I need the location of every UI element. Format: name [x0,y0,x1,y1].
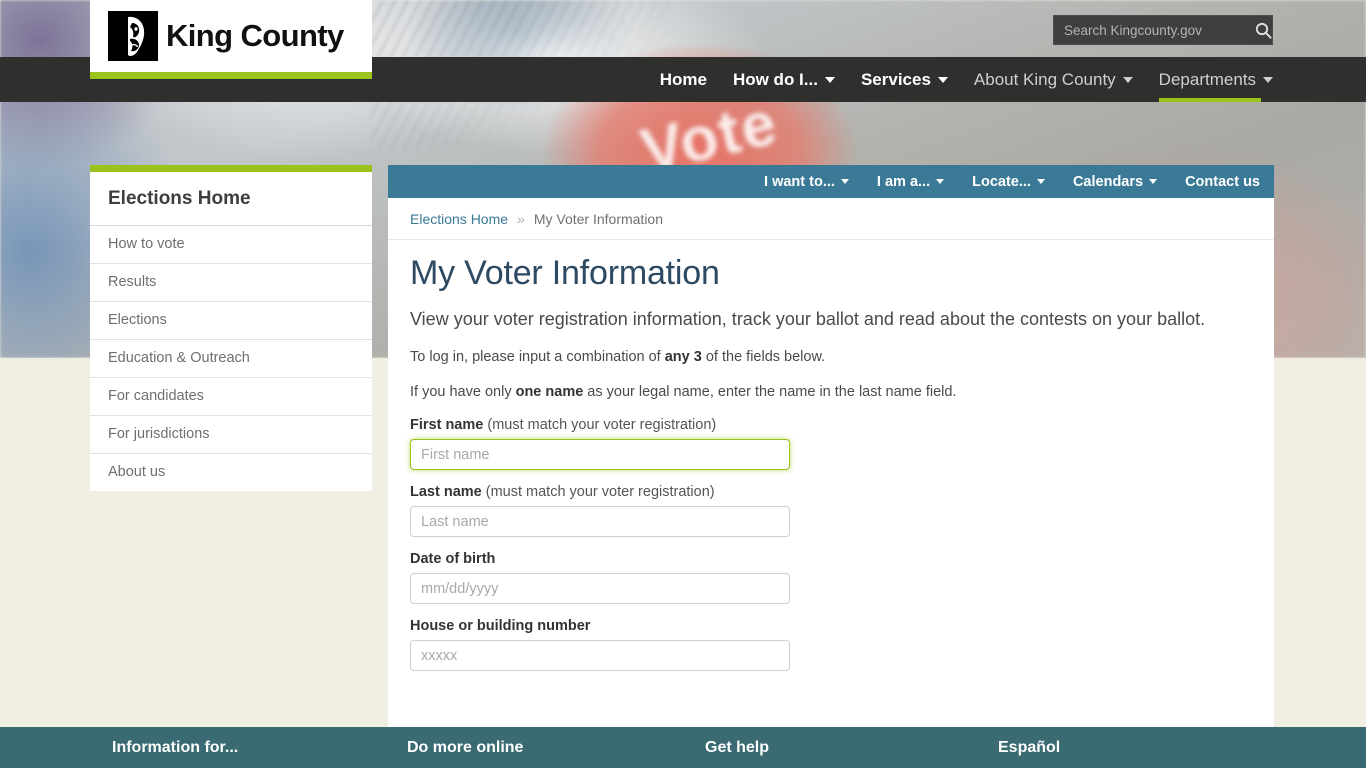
utility-item-calendars[interactable]: Calendars [1072,173,1158,190]
footer-link-espanol[interactable]: Español [998,727,1060,768]
sidebar-item-for-jurisdictions[interactable]: For jurisdictions [90,416,372,454]
search-input[interactable] [1054,16,1249,44]
field-group-last-name: Last name (must match your voter registr… [410,484,1252,538]
footer-link-information-for[interactable]: Information for... [112,727,238,768]
first-name-label-hint: (must match your voter registration) [483,417,717,434]
search-button[interactable] [1249,16,1278,44]
chevron-down-icon [840,179,849,184]
sidebar: Elections Home How to vote Results Elect… [90,165,372,491]
chevron-down-icon [1263,76,1273,83]
utility-item-label: Locate... [972,173,1031,190]
first-name-input[interactable] [410,439,790,471]
instruction-1-post: of the fields below. [701,349,826,366]
instruction-1-emphasis: any 3 [664,349,702,366]
nav-item-departments[interactable]: Departments [1158,57,1273,102]
search-icon [1255,22,1272,39]
chevron-down-icon [1122,76,1133,83]
date-of-birth-input[interactable] [410,573,790,605]
utility-item-contact-us[interactable]: Contact us [1185,174,1260,190]
last-name-label-hint: (must match your voter registration) [481,484,715,501]
field-group-first-name: First name (must match your voter regist… [410,417,1252,471]
utility-item-label: I am a... [876,173,931,190]
chevron-down-icon [1149,179,1158,184]
date-of-birth-label: Date of birth [410,551,1252,567]
field-group-date-of-birth: Date of birth [410,551,1252,605]
house-number-input[interactable] [410,640,790,672]
sidebar-item-elections[interactable]: Elections [90,302,372,340]
main-content-panel: I want to... I am a... Locate... Calenda… [388,165,1274,727]
site-search[interactable] [1053,15,1273,45]
utility-item-i-am-a[interactable]: I am a... [876,173,945,190]
utility-navigation: I want to... I am a... Locate... Calenda… [388,165,1274,198]
sidebar-item-for-candidates[interactable]: For candidates [90,378,372,416]
last-name-label-main: Last name [410,484,482,501]
page-title: My Voter Information [410,254,720,292]
house-number-label: House or building number [410,618,1252,634]
nav-item-services[interactable]: Services [861,57,948,102]
site-logo[interactable]: King County [90,0,372,72]
chevron-down-icon [824,76,835,83]
sidebar-item-education-outreach[interactable]: Education & Outreach [90,340,372,378]
first-name-label-main: First name [410,417,484,434]
utility-item-locate[interactable]: Locate... [972,174,1045,190]
first-name-label: First name (must match your voter regist… [410,417,1252,433]
nav-item-home[interactable]: Home [660,57,707,102]
login-instruction-2: If you have only one name as your legal … [410,382,1252,403]
sidebar-heading[interactable]: Elections Home [90,172,372,226]
chevron-down-icon [1036,179,1045,184]
breadcrumb-link-elections-home[interactable]: Elections Home [410,211,508,227]
instruction-2-pre: If you have only [410,384,516,401]
instruction-1-pre: To log in, please input a combination of [410,349,665,366]
chevron-down-icon [937,76,948,83]
last-name-input[interactable] [410,506,790,538]
sidebar-green-accent-bar [90,165,372,172]
login-instruction-1: To log in, please input a combination of… [410,347,1252,368]
utility-item-label: I want to... [764,173,835,190]
logo-green-accent-bar [90,72,372,79]
nav-item-about-king-county[interactable]: About King County [974,57,1133,102]
utility-item-label: Contact us [1185,173,1260,190]
site-footer: Information for... Do more online Get he… [0,727,1366,768]
field-group-house-number: House or building number [410,618,1252,672]
nav-item-label: Services [860,69,931,89]
breadcrumb: Elections Home » My Voter Information [388,198,1274,240]
house-number-label-main: House or building number [410,618,591,635]
footer-link-get-help[interactable]: Get help [705,727,769,768]
breadcrumb-separator-icon: » [517,211,525,227]
nav-item-label: Departments [1158,69,1256,89]
date-of-birth-label-main: Date of birth [410,551,496,568]
nav-item-label: About King County [973,69,1116,89]
page-lede: View your voter registration information… [410,309,1206,329]
site-logo-text: King County [166,18,344,53]
sidebar-item-about-us[interactable]: About us [90,454,372,491]
nav-item-label: How do I... [732,69,818,89]
instruction-2-post: as your legal name, enter the name in th… [583,384,957,401]
chevron-down-icon [936,179,945,184]
sidebar-item-results[interactable]: Results [90,264,372,302]
sidebar-item-how-to-vote[interactable]: How to vote [90,226,372,264]
last-name-label: Last name (must match your voter registr… [410,484,1252,500]
utility-item-label: Calendars [1072,173,1144,190]
nav-item-how-do-i[interactable]: How do I... [733,57,835,102]
instruction-2-emphasis: one name [515,384,584,401]
nav-item-label: Home [659,69,707,89]
breadcrumb-current: My Voter Information [533,211,664,227]
mlk-portrait-icon [108,11,158,61]
utility-item-i-want-to[interactable]: I want to... [764,174,849,190]
content-body: My Voter Information View your voter reg… [388,240,1274,672]
footer-link-do-more-online[interactable]: Do more online [407,727,523,768]
